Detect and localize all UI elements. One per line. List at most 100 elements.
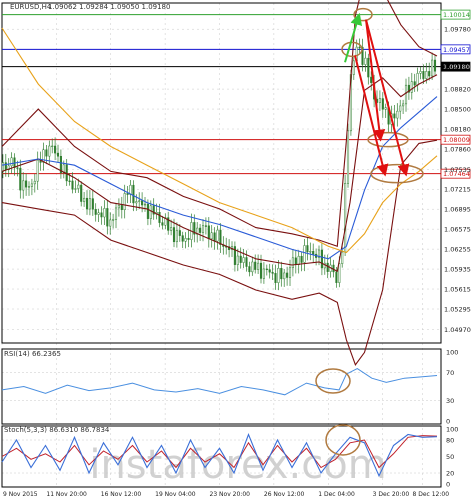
candle-body (120, 205, 123, 210)
candle-body (106, 208, 109, 227)
candle-body (396, 110, 399, 119)
candle-body (219, 229, 222, 245)
candle-body (25, 180, 28, 188)
y-tick-label: 1.04970 (444, 326, 471, 334)
candle-body (135, 201, 138, 204)
candle-body (370, 76, 373, 83)
candle-body (51, 145, 54, 148)
candle-body (178, 230, 181, 236)
candle-body (210, 232, 213, 240)
stoch-tick-label: 100 (446, 426, 458, 434)
candle-body (201, 225, 205, 233)
candle-body (112, 219, 115, 221)
candle-body (68, 180, 71, 182)
candle-body (326, 262, 329, 272)
rsi-tick-label: 30 (446, 397, 454, 405)
x-tick-label: 26 Nov 12:00 (264, 491, 305, 498)
candle-body (239, 255, 242, 263)
chart-root: instaforex.com 1.10014 1.09457 1.09180 1.08… (0, 0, 471, 500)
candle-body (216, 229, 219, 242)
y-tick-label: 1.08180 (444, 126, 471, 134)
y-tick-label: 1.06255 (444, 246, 471, 254)
y-tick-label: 1.07215 (444, 186, 471, 194)
candle-body (83, 197, 86, 202)
candle-body (19, 167, 22, 191)
candle-body (265, 268, 268, 270)
candle-body (109, 219, 112, 227)
candle-body (358, 46, 361, 49)
candle-body (54, 145, 57, 154)
candle-body (271, 271, 274, 274)
candle-body (141, 200, 144, 206)
candle-body (88, 198, 91, 210)
candle-body (402, 103, 405, 107)
rsi-label: RSI(14) 66.2365 (4, 350, 61, 358)
stoch-label: Stoch(5,3,3) 86.6310 86.7834 (4, 426, 110, 434)
candle-body (126, 193, 129, 195)
level-price-label: 1.10014 (443, 11, 470, 19)
candle-body (404, 84, 408, 105)
x-tick-label: 3 Dec 20:00 (373, 491, 410, 498)
x-tick-label: 8 Dec 12:00 (413, 491, 450, 498)
candle-body (399, 105, 402, 112)
symbol-label: EURUSD,H4 (10, 3, 52, 11)
candle-body (80, 184, 83, 202)
y-tick-label: 1.07535 (444, 166, 471, 174)
candle-body (419, 71, 422, 74)
candle-body (77, 184, 80, 189)
candle-body (242, 257, 245, 263)
stoch-tick-label: 20 (446, 470, 454, 478)
candle-body (172, 227, 176, 243)
candle-body (286, 272, 289, 278)
y-tick-label: 1.05935 (444, 266, 471, 274)
watermark-text: instaforex.com (89, 442, 386, 488)
watermark: instaforex.com (89, 442, 386, 488)
candle-body (36, 159, 39, 182)
candle-body (85, 197, 89, 210)
candle-body (352, 60, 355, 75)
candle-body (94, 208, 97, 215)
candle-body (433, 59, 437, 72)
candle-body (303, 245, 306, 263)
panes (1, 2, 442, 488)
candle-body (288, 267, 292, 278)
candle-body (384, 107, 387, 110)
y-tick-label: 1.05295 (444, 306, 471, 314)
candle-body (428, 71, 431, 77)
candle-body (22, 180, 25, 191)
y-tick-label: 1.06575 (444, 226, 471, 234)
candle-body (100, 212, 103, 218)
candle-body (10, 157, 13, 167)
candle-body (91, 198, 94, 210)
y-tick-label: 1.08820 (444, 86, 471, 94)
candle-body (283, 272, 286, 280)
candle-body (422, 71, 425, 79)
candle-body (175, 230, 178, 243)
candle-body (158, 212, 161, 223)
candle-body (431, 59, 434, 77)
candle-body (161, 222, 164, 226)
candle-body (367, 57, 370, 78)
candle-body (425, 71, 428, 79)
candle-body (378, 98, 381, 103)
candle-body (274, 273, 277, 283)
candle-body (364, 57, 367, 65)
y-tick-label: 1.09780 (444, 26, 471, 34)
x-tick-label: 19 Nov 04:00 (155, 491, 196, 498)
candle-body (146, 203, 149, 219)
x-tick-label: 9 Nov 2015 (3, 491, 38, 498)
candle-body (300, 255, 303, 263)
candle-body (71, 180, 74, 190)
stoch-tick-label: 50 (446, 453, 454, 461)
y-tick-label: 1.06895 (444, 206, 471, 214)
candle-body (48, 145, 51, 157)
x-tick-label: 11 Nov 20:00 (46, 491, 87, 498)
candle-body (4, 162, 7, 170)
chart-svg: instaforex.com 1.10014 1.09457 1.09180 1.08… (1, 0, 471, 498)
candle-body (170, 227, 173, 231)
candle-body (207, 225, 210, 240)
candle-body (346, 130, 350, 184)
candle-body (45, 149, 48, 157)
candle-body (199, 227, 202, 233)
x-tick-label: 16 Nov 12:00 (101, 491, 142, 498)
